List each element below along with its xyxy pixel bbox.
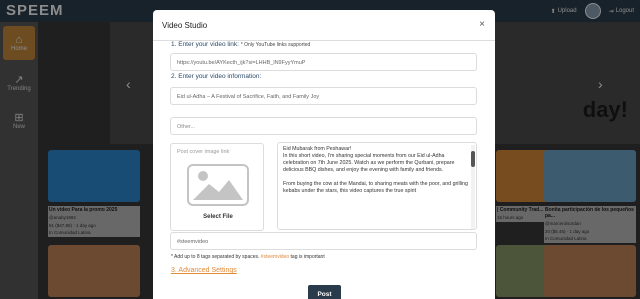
tags-note: * Add up to 8 tags separated by spaces. …	[171, 254, 325, 260]
video-link-input[interactable]: https://youtu.be/AYKecth_ijk?si=LHHB_lN9…	[170, 53, 477, 71]
cover-image-label: Post cover image link	[177, 149, 230, 155]
video-link-label: 1. Enter your video link: * Only YouTube…	[171, 41, 311, 48]
video-link-note: * Only YouTube links supported	[240, 42, 311, 48]
description-scrollbar[interactable]	[471, 145, 475, 229]
tags-note-highlight: #steemvideo	[260, 254, 290, 260]
close-icon[interactable]: ×	[479, 20, 485, 30]
video-info-label: 2. Enter your video information:	[171, 73, 262, 80]
description-text[interactable]: Eid Mubarak from Peshawar! In this short…	[283, 146, 469, 195]
modal-title: Video Studio	[162, 21, 208, 30]
other-input[interactable]: Other...	[170, 117, 477, 135]
post-button[interactable]: Post	[308, 285, 341, 299]
cover-image-upload[interactable]: Post cover image link Select File	[170, 143, 264, 231]
advanced-settings-link[interactable]: 3. Advanced Settings	[171, 267, 237, 274]
video-studio-modal: Video Studio × 1. Enter your video link:…	[153, 10, 495, 299]
tags-input[interactable]: #steemvideo	[170, 232, 477, 250]
select-file-button[interactable]: Select File	[171, 214, 265, 220]
scrollbar-thumb[interactable]	[471, 151, 475, 167]
video-title-input[interactable]: Eid ul-Adha – A Festival of Sacrifice, F…	[170, 87, 477, 105]
description-textarea[interactable]: Eid Mubarak from Peshawar! In this short…	[277, 142, 477, 230]
image-icon	[187, 164, 249, 206]
